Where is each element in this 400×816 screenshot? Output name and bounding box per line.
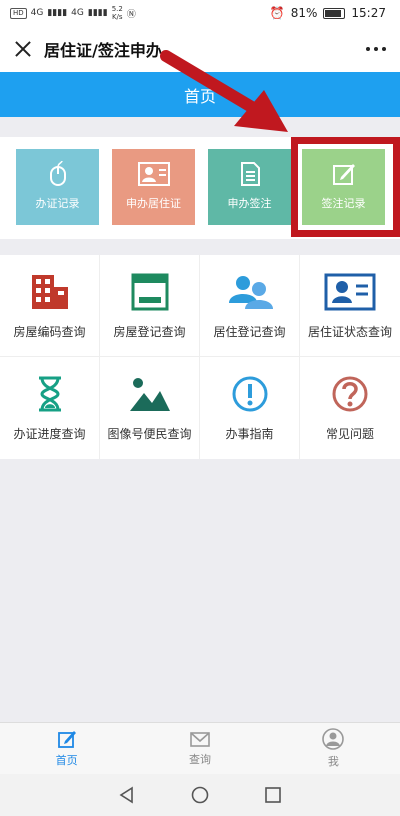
service-label: 房屋编码查询 xyxy=(13,325,86,339)
close-icon[interactable] xyxy=(14,40,32,58)
system-nav-bar xyxy=(0,774,400,816)
service-label: 办证进度查询 xyxy=(13,427,86,441)
service-guide[interactable]: 办事指南 xyxy=(200,357,300,459)
tab-me[interactable]: 我 xyxy=(267,723,400,774)
signal-icon-2: ▮▮▮▮ xyxy=(87,8,108,18)
service-residence-permit-status-query[interactable]: 居住证状态查询 xyxy=(300,255,400,357)
service-house-code-query[interactable]: 房屋编码查询 xyxy=(0,255,100,357)
mouse-icon xyxy=(49,161,66,186)
home-header-bar: 首页 xyxy=(0,72,400,117)
battery-icon xyxy=(323,7,346,19)
service-faq[interactable]: 常见问题 xyxy=(300,357,400,459)
quick-action-apply-endorsement[interactable]: 申办签注 xyxy=(208,149,291,225)
network-4g-1: 4G xyxy=(30,8,44,18)
status-bar: HD 4G ▮▮▮▮ 4G ▮▮▮▮ 5.2 K/s Ⓝ ⏰ 81% 15:27 xyxy=(0,0,400,26)
back-icon[interactable] xyxy=(118,786,136,804)
alarm-icon: ⏰ xyxy=(269,6,285,20)
highlight-box xyxy=(291,137,400,237)
service-label: 居住证状态查询 xyxy=(307,325,392,339)
signal-icon: ▮▮▮▮ xyxy=(47,8,68,18)
service-label: 办事指南 xyxy=(225,427,274,441)
tab-label: 首页 xyxy=(55,754,78,767)
battery-percent: 81% xyxy=(290,6,318,20)
service-label: 图像号便民查询 xyxy=(107,427,192,441)
tab-bar: 首页 查询 我 xyxy=(0,722,400,774)
users-icon xyxy=(228,276,273,309)
building-icon xyxy=(31,275,68,309)
question-icon xyxy=(332,376,368,412)
page-title: 居住证/签注申办 xyxy=(44,41,162,60)
id-card-icon xyxy=(324,273,376,311)
tab-label: 我 xyxy=(327,755,339,768)
quick-action-label: 申办签注 xyxy=(227,197,272,210)
mail-icon xyxy=(190,732,210,747)
quick-action-label: 办证记录 xyxy=(35,197,80,210)
service-residence-registration-query[interactable]: 居住登记查询 xyxy=(200,255,300,357)
mountain-icon xyxy=(129,378,170,411)
quick-action-records[interactable]: 办证记录 xyxy=(16,149,99,225)
service-image-number-query[interactable]: 图像号便民查询 xyxy=(100,357,200,459)
network-speed: 5.2 K/s xyxy=(111,5,123,21)
id-card-icon xyxy=(137,162,170,186)
quick-action-apply-residence[interactable]: 申办居住证 xyxy=(112,149,195,225)
service-processing-progress-query[interactable]: 办证进度查询 xyxy=(0,357,100,459)
quick-action-label: 申办居住证 xyxy=(126,197,181,210)
home-icon[interactable] xyxy=(191,786,209,804)
document-icon xyxy=(240,162,260,186)
network-4g-2: 4G xyxy=(71,8,84,18)
status-right: ⏰ 81% 15:27 xyxy=(270,6,386,20)
window-icon xyxy=(131,273,168,311)
service-house-registration-query[interactable]: 房屋登记查询 xyxy=(100,255,200,357)
clock: 15:27 xyxy=(351,6,386,20)
recents-icon[interactable] xyxy=(264,786,282,804)
service-label: 居住登记查询 xyxy=(213,325,286,339)
status-left: HD 4G ▮▮▮▮ 4G ▮▮▮▮ 5.2 K/s Ⓝ xyxy=(10,5,136,21)
services-grid: 房屋编码查询 房屋登记查询 居住登记查询 居住证状态查询 办证进度查询 图像号便… xyxy=(0,255,400,459)
user-icon xyxy=(322,728,345,750)
tab-home[interactable]: 首页 xyxy=(0,723,133,774)
hd-badge: HD xyxy=(10,7,27,19)
home-header-title: 首页 xyxy=(183,86,216,106)
info-icon xyxy=(232,376,267,412)
nfc-icon: Ⓝ xyxy=(126,9,136,20)
tab-label: 查询 xyxy=(188,753,211,766)
title-bar: 居住证/签注申办 xyxy=(0,26,400,72)
service-label: 房屋登记查询 xyxy=(113,325,186,339)
home-edit-icon xyxy=(57,731,76,748)
hourglass-icon xyxy=(38,376,61,412)
service-label: 常见问题 xyxy=(325,427,374,441)
more-icon[interactable] xyxy=(366,47,386,51)
tab-query[interactable]: 查询 xyxy=(133,723,266,774)
